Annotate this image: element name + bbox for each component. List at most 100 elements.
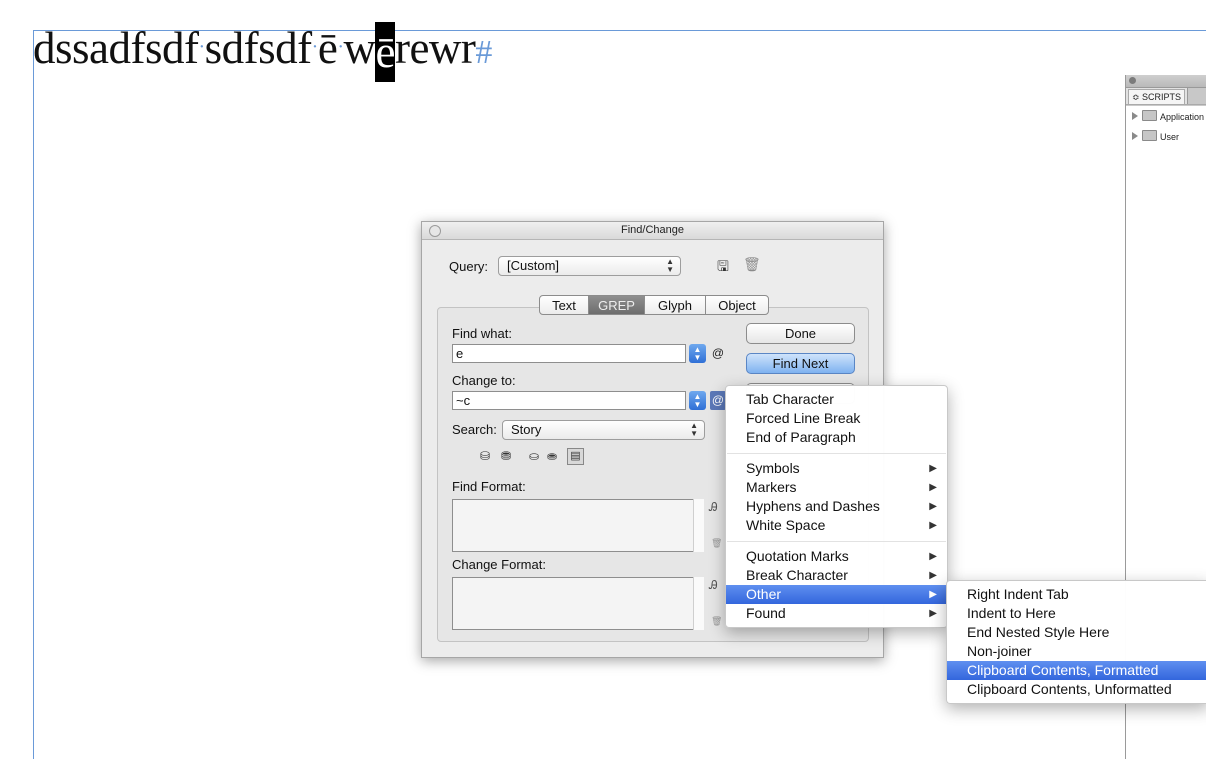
menu-item-other[interactable]: Other ▶ (726, 585, 947, 604)
include-hidden-layers-icon[interactable]: ⛀ (529, 449, 539, 463)
query-label: Query: (449, 259, 489, 274)
find-what-label: Find what: (452, 326, 512, 341)
menu-item-break-character[interactable]: Break Character ▶ (726, 566, 947, 585)
tab-grep[interactable]: GREP (588, 295, 645, 315)
document-text[interactable]: dssadfsdf·sdfsdf·ē·wērewr# (33, 22, 492, 82)
tab-object[interactable]: Object (705, 295, 769, 315)
include-locked-stories-icon[interactable]: ⛃ (501, 449, 511, 463)
word-1[interactable]: dssadfsdf (33, 23, 199, 73)
menu-separator (727, 541, 946, 542)
clear-change-format-icon[interactable]: 🗑 (711, 616, 722, 627)
change-special-characters-button[interactable]: @ (710, 391, 726, 410)
search-label: Search: (452, 422, 497, 437)
disclosure-triangle-icon[interactable] (1132, 112, 1138, 120)
change-to-history-stepper[interactable]: ▲ ▼ (689, 391, 706, 410)
menu-item-clipboard-formatted[interactable]: Clipboard Contents, Formatted (947, 661, 1206, 680)
selected-character[interactable]: ē (375, 22, 395, 82)
submenu-arrow-icon: ▶ (929, 570, 937, 581)
change-format-label: Change Format: (452, 557, 546, 572)
word-4-end[interactable]: rewr (395, 23, 476, 73)
disclosure-triangle-icon[interactable] (1132, 132, 1138, 140)
menu-item-found[interactable]: Found ▶ (726, 604, 947, 623)
scripts-folder-application[interactable]: Application (1132, 109, 1204, 125)
submenu-arrow-icon: ▶ (929, 608, 937, 619)
menu-item-quotation-marks[interactable]: Quotation Marks ▶ (726, 547, 947, 566)
include-locked-layers-icon[interactable]: ⛁ (480, 449, 490, 463)
menu-item-label: Found (746, 605, 786, 621)
menu-item-forced-line-break[interactable]: Forced Line Break (726, 409, 947, 428)
submenu-arrow-icon: ▶ (929, 463, 937, 474)
dialog-title: Find/Change (621, 224, 684, 236)
find-format-label: Find Format: (452, 479, 526, 494)
change-format-box[interactable] (452, 577, 704, 630)
specify-change-format-icon[interactable]: Ꭿ (709, 578, 718, 593)
folder-label: User (1160, 132, 1180, 142)
scripts-panel-titlebar[interactable] (1126, 75, 1206, 88)
word-2[interactable]: sdfsdf (205, 23, 313, 73)
find-next-button[interactable]: Find Next (746, 353, 855, 374)
find-what-input[interactable]: e (452, 344, 686, 363)
submenu-arrow-icon: ▶ (929, 551, 937, 562)
space-marker: · (311, 36, 319, 58)
menu-item-markers[interactable]: Markers ▶ (726, 478, 947, 497)
menu-item-label: Quotation Marks (746, 548, 849, 564)
word-4-start[interactable]: w (343, 23, 376, 73)
submenu-arrow-icon: ▶ (929, 501, 937, 512)
find-format-box[interactable] (452, 499, 704, 552)
other-submenu: Right Indent Tab Indent to Here End Nest… (946, 580, 1206, 704)
menu-item-label: Hyphens and Dashes (746, 498, 880, 514)
find-what-history-stepper[interactable]: ▲ ▼ (689, 344, 706, 363)
specify-find-format-icon[interactable]: Ꭿ (709, 500, 718, 515)
scripts-panel-tabrow: ≎ SCRIPTS (1126, 88, 1206, 105)
word-3[interactable]: ē (318, 23, 338, 73)
folder-icon (1142, 130, 1157, 141)
tab-text[interactable]: Text (539, 295, 589, 315)
close-icon[interactable] (429, 225, 441, 237)
menu-item-symbols[interactable]: Symbols ▶ (726, 459, 947, 478)
menu-item-label: Symbols (746, 460, 800, 476)
panel-menu-tab[interactable] (1187, 88, 1206, 104)
panel-close-icon[interactable] (1129, 77, 1136, 84)
menu-item-non-joiner[interactable]: Non-joiner (947, 642, 1206, 661)
delete-query-icon[interactable]: 🗑 (743, 256, 761, 273)
space-marker: · (198, 36, 205, 58)
scripts-tab[interactable]: ≎ SCRIPTS (1128, 89, 1186, 104)
scripts-folder-user[interactable]: User (1132, 129, 1179, 145)
save-query-icon[interactable]: 🖫 (717, 256, 729, 280)
menu-item-label: Markers (746, 479, 797, 495)
submenu-arrow-icon: ▶ (929, 482, 937, 493)
text-frame-left-edge (33, 30, 34, 759)
menu-item-end-nested-style-here[interactable]: End Nested Style Here (947, 623, 1206, 642)
menu-item-white-space[interactable]: White Space ▶ (726, 516, 947, 535)
find-special-characters-button[interactable]: @ (710, 344, 726, 363)
menu-item-label: Other (746, 586, 782, 602)
search-scope-select[interactable]: Story ▲ ▼ (502, 420, 705, 440)
space-marker: · (337, 36, 344, 58)
submenu-arrow-icon: ▶ (929, 589, 937, 600)
end-of-story-marker: # (475, 34, 492, 71)
tab-glyph[interactable]: Glyph (644, 295, 706, 315)
folder-icon (1142, 110, 1157, 121)
include-footnotes-icon[interactable]: ▤ (567, 448, 584, 465)
query-value: [Custom] (507, 258, 560, 273)
query-select[interactable]: [Custom] ▲ ▼ (498, 256, 681, 276)
menu-item-right-indent-tab[interactable]: Right Indent Tab (947, 585, 1206, 604)
menu-item-clipboard-unformatted[interactable]: Clipboard Contents, Unformatted (947, 680, 1206, 699)
include-master-pages-icon[interactable]: ⛂ (547, 449, 557, 463)
dialog-titlebar[interactable]: Find/Change (422, 222, 883, 240)
clear-find-format-icon[interactable]: 🗑 (711, 538, 722, 549)
menu-item-end-of-paragraph[interactable]: End of Paragraph (726, 428, 947, 447)
menu-item-tab-character[interactable]: Tab Character (726, 390, 947, 409)
change-format-scrollbar[interactable] (693, 577, 704, 630)
change-to-input[interactable]: ~c (452, 391, 686, 410)
menu-item-indent-to-here[interactable]: Indent to Here (947, 604, 1206, 623)
find-format-scrollbar[interactable] (693, 499, 704, 552)
menu-item-hyphens-and-dashes[interactable]: Hyphens and Dashes ▶ (726, 497, 947, 516)
menu-item-label: White Space (746, 517, 826, 533)
select-arrows-icon: ▲ ▼ (666, 257, 674, 274)
done-button[interactable]: Done (746, 323, 855, 344)
change-to-label: Change to: (452, 373, 516, 388)
menu-separator (727, 453, 946, 454)
special-characters-menu: Tab Character Forced Line Break End of P… (725, 385, 948, 628)
submenu-arrow-icon: ▶ (929, 520, 937, 531)
